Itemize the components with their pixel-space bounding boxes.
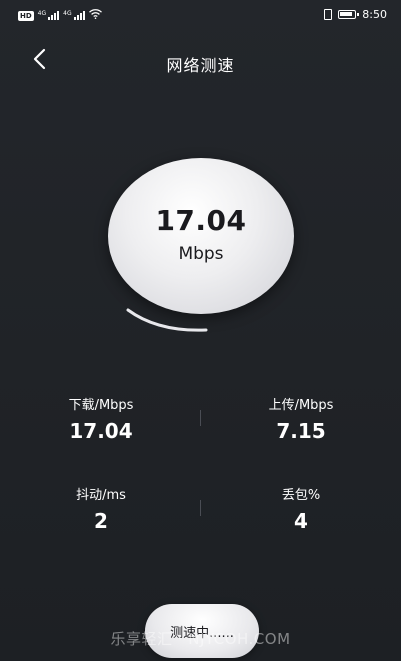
vibrate-icon: [324, 9, 333, 20]
testing-button[interactable]: 测速中......: [145, 604, 259, 658]
stat-divider: [200, 410, 201, 426]
status-time: 8:50: [362, 8, 387, 21]
signal-group-2: 4G: [63, 10, 85, 20]
jitter-stat: 抖动/ms 2: [31, 484, 171, 533]
signal-group-1: 4G: [37, 10, 60, 20]
page-title: 网络测速: [166, 56, 235, 75]
hd-badge: HD: [18, 10, 34, 21]
wifi-icon: [88, 9, 102, 22]
speed-gauge: 17.04 Mbps: [108, 158, 294, 314]
speed-test-screen: HD 4G 4G 8:50 网络测速 17.04 Mbps 下载/Mbps 17…: [0, 0, 401, 661]
packet-loss-label: 丢包%: [281, 488, 321, 503]
jitter-label: 抖动/ms: [76, 488, 126, 503]
testing-label: 测速中......: [170, 625, 234, 641]
status-bar: HD 4G 4G 8:50: [0, 0, 401, 28]
status-right: 8:50: [324, 8, 387, 21]
status-left: HD 4G 4G: [18, 9, 102, 22]
signal-bars-icon: [48, 11, 60, 20]
speed-unit: Mbps: [178, 244, 224, 264]
packet-loss-stat: 丢包% 4: [231, 484, 371, 533]
battery-icon: [338, 10, 360, 19]
network-type-1: 4G: [37, 10, 47, 17]
signal-bars-icon: [73, 11, 85, 20]
download-stat: 下载/Mbps 17.04: [31, 394, 171, 443]
upload-label: 上传/Mbps: [268, 398, 334, 413]
packet-loss-value: 4: [294, 509, 308, 533]
progress-arc: [126, 308, 208, 332]
download-label: 下载/Mbps: [68, 398, 134, 413]
upload-value: 7.15: [276, 419, 326, 443]
download-value: 17.04: [69, 419, 133, 443]
upload-stat: 上传/Mbps 7.15: [231, 394, 371, 443]
network-type-2: 4G: [63, 10, 72, 17]
speed-value: 17.04: [155, 204, 247, 237]
jitter-value: 2: [94, 509, 108, 533]
stat-divider: [200, 500, 201, 516]
